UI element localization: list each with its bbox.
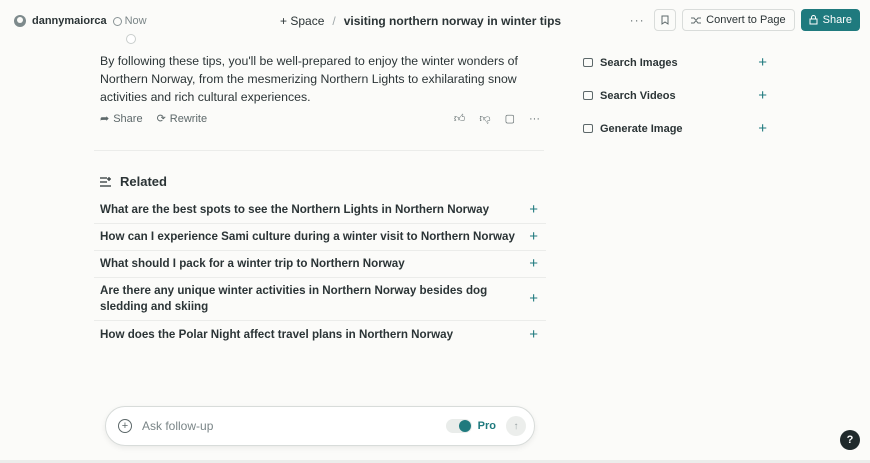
generate-image-label: Generate Image bbox=[600, 122, 683, 135]
plus-icon: + bbox=[529, 201, 538, 218]
generate-image-button[interactable]: Generate Image + bbox=[573, 112, 777, 145]
related-item[interactable]: How can I experience Sami culture during… bbox=[94, 224, 546, 251]
thumbs-down-icon[interactable]: 👎︎ bbox=[479, 112, 490, 125]
copy-icon[interactable]: ▢ bbox=[505, 112, 515, 125]
pro-toggle[interactable] bbox=[445, 419, 472, 433]
related-item[interactable]: What are the best spots to see the North… bbox=[94, 197, 546, 224]
answer-share-label: Share bbox=[113, 112, 143, 125]
author-info: dannymaiorca Now bbox=[14, 15, 147, 27]
follow-up-input[interactable] bbox=[142, 419, 446, 433]
share-button[interactable]: Share bbox=[800, 9, 860, 31]
more-options-button[interactable]: ··· bbox=[626, 9, 648, 31]
breadcrumb-separator: / bbox=[332, 14, 336, 28]
related-item-text: How can I experience Sami culture during… bbox=[100, 230, 515, 243]
plus-icon: + bbox=[529, 228, 538, 245]
search-images-label: Search Images bbox=[600, 56, 678, 69]
add-to-space-button[interactable]: + Space bbox=[280, 14, 324, 28]
pro-label: Pro bbox=[477, 420, 496, 432]
convert-to-page-button[interactable]: Convert to Page bbox=[682, 9, 795, 31]
image-icon bbox=[583, 58, 593, 67]
plus-icon: + bbox=[758, 54, 767, 71]
related-item-text: What are the best spots to see the North… bbox=[100, 203, 490, 216]
author-name[interactable]: dannymaiorca bbox=[32, 15, 107, 27]
thumbs-up-icon[interactable]: 👍︎ bbox=[454, 112, 466, 125]
bookmark-icon bbox=[661, 15, 669, 25]
lock-icon bbox=[809, 15, 818, 25]
arrow-up-icon: ↑ bbox=[513, 420, 519, 432]
section-divider bbox=[94, 150, 544, 151]
related-item-text: Are there any unique winter activities i… bbox=[100, 284, 488, 313]
search-videos-button[interactable]: Search Videos + bbox=[573, 79, 777, 112]
toggle-knob bbox=[458, 420, 471, 432]
header-actions: ··· Convert to Page Share bbox=[626, 9, 860, 31]
answer-more-button[interactable]: ··· bbox=[529, 113, 540, 125]
attach-button[interactable]: + bbox=[118, 419, 132, 433]
plus-icon: + bbox=[758, 87, 767, 104]
search-images-button[interactable]: Search Images + bbox=[573, 46, 777, 79]
share-label: Share bbox=[822, 14, 852, 26]
scroll-marker-icon bbox=[126, 34, 136, 44]
refresh-icon: ⟳ bbox=[156, 113, 166, 125]
convert-label: Convert to Page bbox=[706, 14, 786, 26]
related-item[interactable]: What should I pack for a winter trip to … bbox=[94, 251, 546, 278]
share-arrow-icon: ➦ bbox=[100, 113, 110, 125]
shuffle-icon bbox=[691, 17, 702, 23]
submit-button[interactable]: ↑ bbox=[506, 416, 526, 436]
related-item[interactable]: How does the Polar Night affect travel p… bbox=[94, 321, 546, 348]
search-videos-label: Search Videos bbox=[600, 89, 676, 102]
rewrite-label: Rewrite bbox=[169, 112, 208, 125]
help-button[interactable]: ? bbox=[840, 430, 860, 450]
media-sidebar: Search Images + Search Videos + Generate… bbox=[573, 46, 777, 145]
follow-up-bar: + Pro ↑ bbox=[105, 406, 535, 446]
related-list-icon bbox=[100, 176, 111, 187]
feedback-actions: 👍︎ 👎︎ ▢ ··· bbox=[454, 112, 540, 126]
thread-title[interactable]: visiting northern norway in winter tips bbox=[344, 14, 561, 28]
related-title: Related bbox=[120, 174, 167, 189]
answer-actions: ➦ Share ⟳ Rewrite 👍︎ 👎︎ ▢ ··· bbox=[100, 112, 540, 126]
answer-share-button[interactable]: ➦ Share bbox=[100, 112, 143, 126]
plus-icon: + bbox=[529, 290, 538, 307]
breadcrumb: + Space / visiting northern norway in wi… bbox=[280, 0, 561, 42]
picture-icon bbox=[583, 124, 593, 133]
related-heading: Related bbox=[100, 174, 167, 189]
plus-icon: + bbox=[758, 120, 767, 137]
related-item-text: What should I pack for a winter trip to … bbox=[100, 257, 405, 270]
rewrite-button[interactable]: ⟳ Rewrite bbox=[156, 112, 208, 126]
answer-paragraph: By following these tips, you'll be well-… bbox=[100, 54, 518, 104]
plus-icon: + bbox=[529, 325, 538, 343]
bookmark-button[interactable] bbox=[654, 9, 677, 31]
timestamp-label: Now bbox=[124, 15, 147, 27]
user-icon bbox=[14, 15, 26, 27]
related-item[interactable]: Are there any unique winter activities i… bbox=[94, 278, 546, 321]
clock-icon bbox=[112, 16, 122, 26]
film-icon bbox=[583, 91, 593, 100]
related-list: What are the best spots to see the North… bbox=[94, 197, 546, 348]
related-item-text: How does the Polar Night affect travel p… bbox=[100, 327, 454, 341]
timestamp: Now bbox=[112, 15, 147, 27]
plus-icon: + bbox=[529, 255, 538, 272]
